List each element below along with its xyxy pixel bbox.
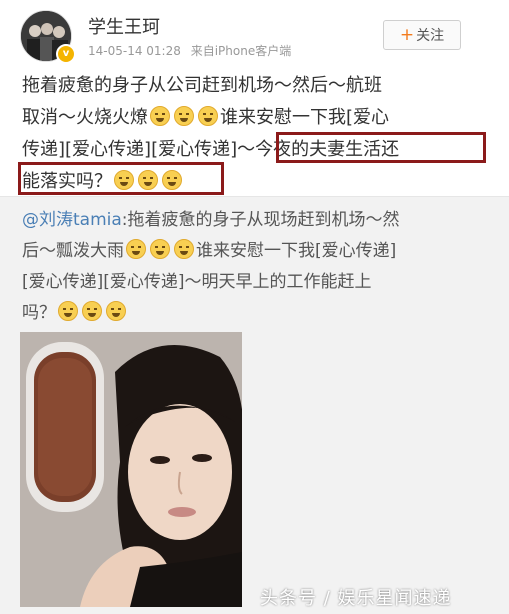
repost-line: 后～瓢泼大雨 谁来安慰一下我[爱心传递]: [22, 239, 397, 261]
plus-icon: +: [399, 25, 415, 45]
post-line: 拖着疲惫的身子从公司赶到机场～然后～航班: [22, 75, 382, 96]
crying-face-icon: [114, 170, 134, 190]
crying-face-icon: [150, 239, 170, 259]
mention-link[interactable]: @刘涛tamia: [22, 210, 122, 230]
crying-face-icon: [162, 170, 182, 190]
post-source: 来自iPhone客户端: [190, 44, 292, 58]
repost-line: 吗？: [22, 298, 482, 329]
timestamp: 14-05-14 01:28: [88, 44, 181, 58]
post-text: 拖着疲惫的身子从公司赶到机场～然后～航班 取消～火烧火燎 谁来安慰一下我[爱心 传…: [22, 70, 482, 198]
crying-face-icon: [138, 170, 158, 190]
post-photo[interactable]: [20, 332, 242, 607]
follow-label: 关注: [416, 28, 445, 44]
watermark: 头条号 / 娱乐星闻速递: [260, 588, 452, 609]
crying-face-icon: [198, 106, 218, 126]
repost-text: @刘涛tamia:拖着疲惫的身子从现场赶到机场～然 后～瓢泼大雨 谁来安慰一下我[…: [22, 205, 482, 329]
post-line: 传递][爱心传递][爱心传递]～今夜的夫妻生活还: [22, 139, 400, 160]
repost-card[interactable]: @刘涛tamia:拖着疲惫的身子从现场赶到机场～然 后～瓢泼大雨 谁来安慰一下我[…: [0, 196, 509, 614]
username[interactable]: 学生王珂: [88, 13, 160, 39]
repost-line: @刘涛tamia:拖着疲惫的身子从现场赶到机场～然: [22, 210, 400, 230]
post-header: v 学生王珂 14-05-14 01:28 来自iPhone客户端 + 关注: [0, 0, 509, 66]
repost-line: [爱心传递][爱心传递]～明天早上的工作能赶上: [22, 272, 372, 292]
highlighted-text: 能落实吗？: [22, 171, 112, 192]
highlighted-text: 今夜的夫妻生活还: [255, 139, 400, 160]
crying-face-icon: [174, 106, 194, 126]
post-meta: 14-05-14 01:28 来自iPhone客户端: [88, 42, 291, 59]
crying-face-icon: [58, 301, 78, 321]
follow-button[interactable]: + 关注: [383, 20, 461, 50]
crying-face-icon: [174, 239, 194, 259]
crying-face-icon: [150, 106, 170, 126]
crying-face-icon: [126, 239, 146, 259]
post-line: 取消～火烧火燎 谁来安慰一下我[爱心: [22, 106, 390, 128]
crying-face-icon: [82, 301, 102, 321]
verified-badge-icon: v: [56, 44, 76, 64]
post-line: 能落实吗？: [22, 166, 482, 198]
crying-face-icon: [106, 301, 126, 321]
